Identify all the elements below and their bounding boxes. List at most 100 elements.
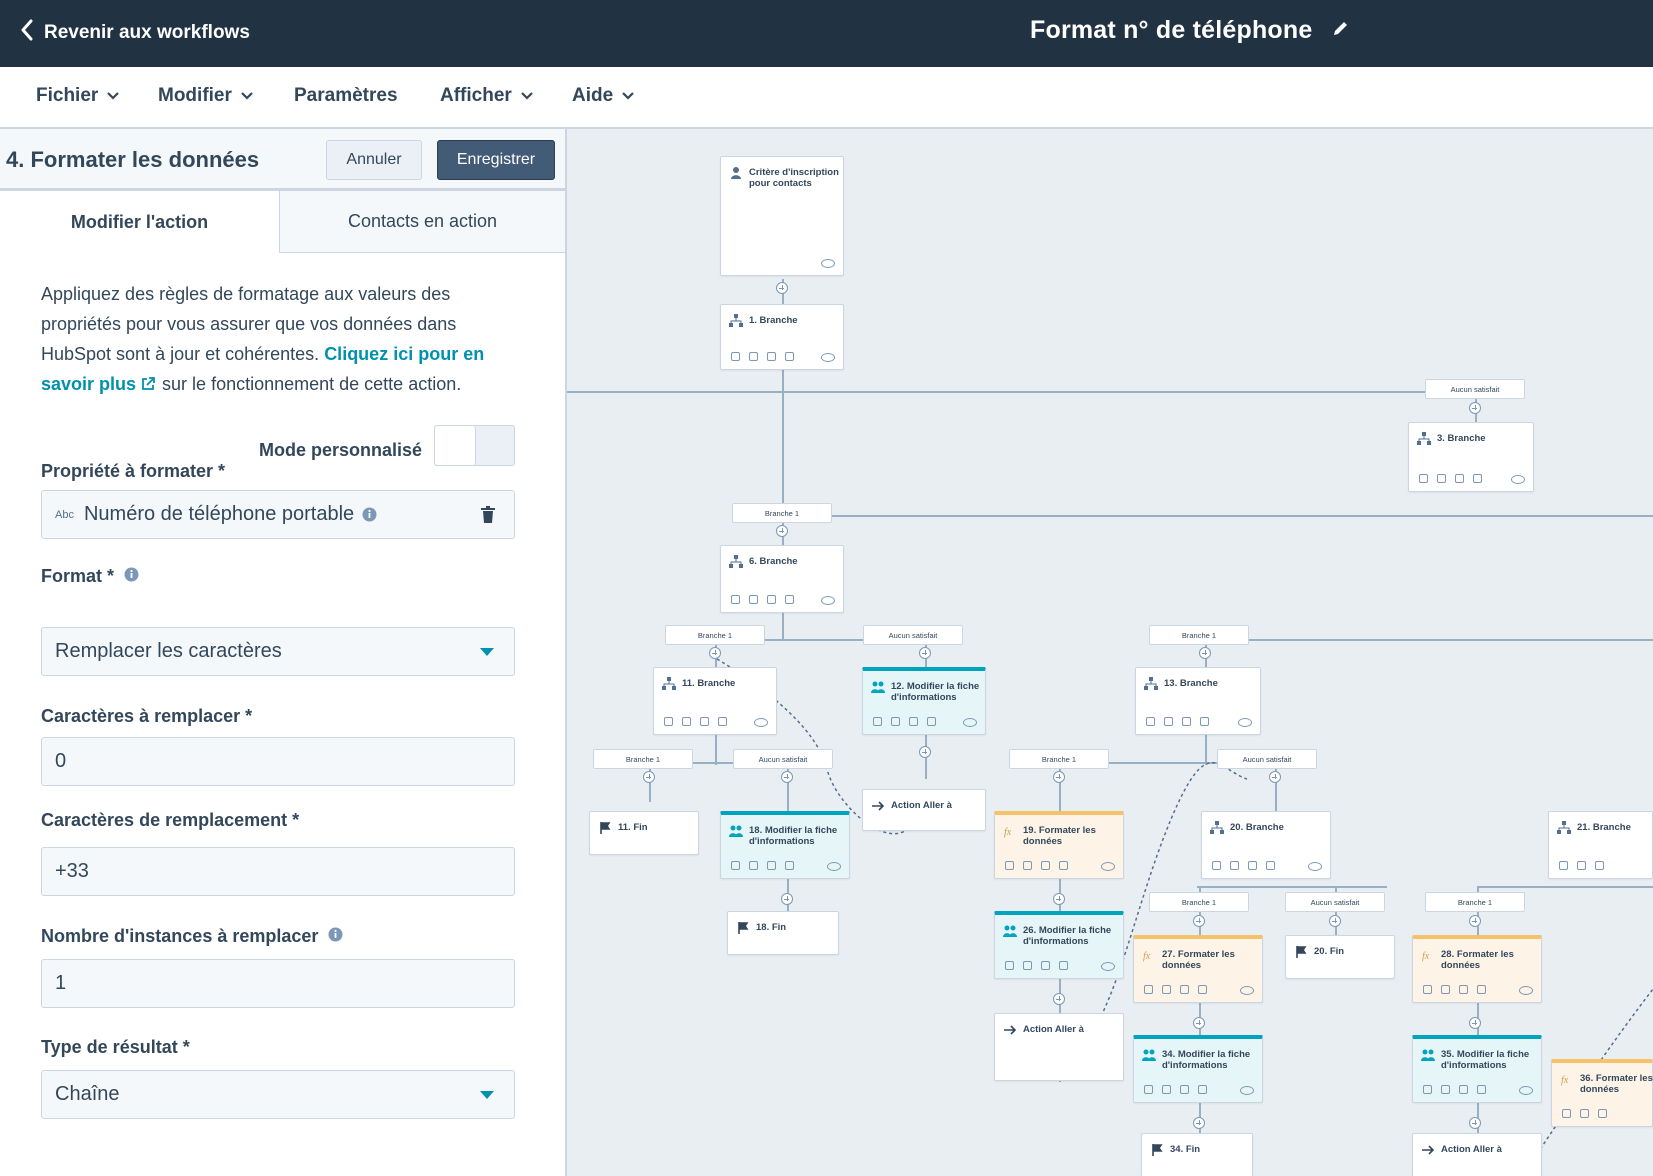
workflow-node[interactable]: 20. Branche [1201,811,1331,879]
eye-icon[interactable] [1240,986,1254,995]
node-tools[interactable] [1144,1085,1207,1094]
info-icon[interactable] [328,926,343,947]
eye-icon[interactable] [821,596,835,605]
node-tools[interactable] [731,352,794,361]
add-step-icon[interactable] [1053,893,1065,905]
add-step-icon[interactable] [1469,1117,1481,1129]
add-step-icon[interactable] [781,893,793,905]
eye-icon[interactable] [1238,718,1252,727]
format-select[interactable]: Remplacer les caractères [41,627,515,676]
menu-file[interactable]: Fichier [36,85,120,107]
workflow-node[interactable]: fx 28. Formater les données [1412,935,1542,1003]
node-tools[interactable] [1212,861,1275,870]
external-link-icon[interactable] [140,371,156,390]
workflow-canvas[interactable]: Critère d'inscription pour contacts 1. B… [567,129,1653,1176]
eye-icon[interactable] [821,259,835,268]
node-tools[interactable] [664,717,727,726]
property-field[interactable]: Abc Numéro de téléphone portable [41,490,515,539]
add-step-icon[interactable] [1193,1017,1205,1029]
add-step-icon[interactable] [1193,915,1205,927]
workflow-node[interactable]: 12. Modifier la fiche d'informations [862,667,986,735]
node-tools[interactable] [1146,717,1209,726]
add-step-icon[interactable] [1329,915,1341,927]
menu-edit[interactable]: Modifier [158,85,254,107]
node-tools[interactable] [1144,985,1207,994]
add-step-icon[interactable] [919,746,931,758]
eye-icon[interactable] [1240,1086,1254,1095]
node-tools[interactable] [1423,1085,1486,1094]
workflow-node[interactable]: 35. Modifier la fiche d'informations [1412,1035,1542,1103]
add-step-icon[interactable] [776,282,788,294]
node-tools[interactable] [873,717,936,726]
eye-icon[interactable] [821,353,835,362]
add-step-icon[interactable] [1269,771,1281,783]
workflow-node[interactable]: fx 27. Formater les données [1133,935,1263,1003]
info-icon[interactable] [124,566,139,587]
cancel-button[interactable]: Annuler [326,140,422,180]
add-step-icon[interactable] [1199,647,1211,659]
menu-settings[interactable]: Paramètres [294,85,398,107]
eye-icon[interactable] [963,718,977,727]
tab-contacts-in-action[interactable]: Contacts en action [279,191,565,253]
workflow-node[interactable]: Action Aller à [862,789,986,831]
add-step-icon[interactable] [1469,1017,1481,1029]
workflow-node[interactable]: 21. Branche [1548,811,1653,879]
replacement-input[interactable]: +33 [41,847,515,896]
node-tools[interactable] [1005,961,1068,970]
node-tools[interactable] [1559,861,1604,870]
back-to-workflows-link[interactable]: Revenir aux workflows [20,18,250,48]
workflow-node[interactable]: 11. Fin [589,811,699,855]
node-tools[interactable] [731,861,794,870]
eye-icon[interactable] [1519,1086,1533,1095]
eye-icon[interactable] [827,862,841,871]
eye-icon[interactable] [1519,986,1533,995]
workflow-node[interactable]: Action Aller à [1412,1133,1542,1176]
node-tools[interactable] [1562,1109,1607,1118]
workflow-node[interactable]: 20. Fin [1285,935,1395,979]
pencil-icon[interactable] [1332,19,1350,42]
workflow-node[interactable]: 18. Modifier la fiche d'informations [720,811,850,879]
add-step-icon[interactable] [1193,1117,1205,1129]
add-step-icon[interactable] [1469,915,1481,927]
add-step-icon[interactable] [643,771,655,783]
workflow-title[interactable]: Format n° de téléphone [1030,16,1312,45]
add-step-icon[interactable] [919,647,931,659]
workflow-node[interactable]: 1. Branche [720,304,844,370]
node-tools[interactable] [1005,861,1068,870]
add-step-icon[interactable] [781,771,793,783]
node-tools[interactable] [731,595,794,604]
trigger-card[interactable]: Critère d'inscription pour contacts [720,156,844,276]
menu-view[interactable]: Afficher [440,85,534,107]
eye-icon[interactable] [1511,475,1525,484]
node-tools[interactable] [1419,474,1482,483]
tab-edit-action[interactable]: Modifier l'action [0,191,279,253]
custom-mode-toggle[interactable] [434,425,515,466]
eye-icon[interactable] [754,718,768,727]
info-icon[interactable] [362,507,377,522]
eye-icon[interactable] [1101,962,1115,971]
workflow-node[interactable]: 13. Branche [1135,667,1261,735]
instances-input[interactable]: 1 [41,959,515,1008]
add-step-icon[interactable] [1469,402,1481,414]
workflow-node[interactable]: 3. Branche [1408,422,1534,492]
add-step-icon[interactable] [1053,771,1065,783]
workflow-node[interactable]: 26. Modifier la fiche d'informations [994,911,1124,979]
eye-icon[interactable] [1308,862,1322,871]
node-tools[interactable] [1423,985,1486,994]
workflow-node[interactable]: 6. Branche [720,545,844,613]
eye-icon[interactable] [1101,862,1115,871]
chars-replace-input[interactable]: 0 [41,737,515,786]
add-step-icon[interactable] [1053,993,1065,1005]
result-type-select[interactable]: Chaîne [41,1070,515,1119]
workflow-node[interactable]: 34. Fin [1141,1133,1253,1176]
menu-help[interactable]: Aide [572,85,635,107]
workflow-node[interactable]: fx 19. Formater les données [994,811,1124,879]
add-step-icon[interactable] [776,525,788,537]
add-step-icon[interactable] [709,647,721,659]
save-button[interactable]: Enregistrer [437,140,555,180]
workflow-node[interactable]: Action Aller à [994,1013,1124,1081]
workflow-node[interactable]: 34. Modifier la fiche d'informations [1133,1035,1263,1103]
trash-icon[interactable] [480,505,496,530]
workflow-node[interactable]: 11. Branche [653,667,777,735]
workflow-node[interactable]: 18. Fin [727,911,839,955]
